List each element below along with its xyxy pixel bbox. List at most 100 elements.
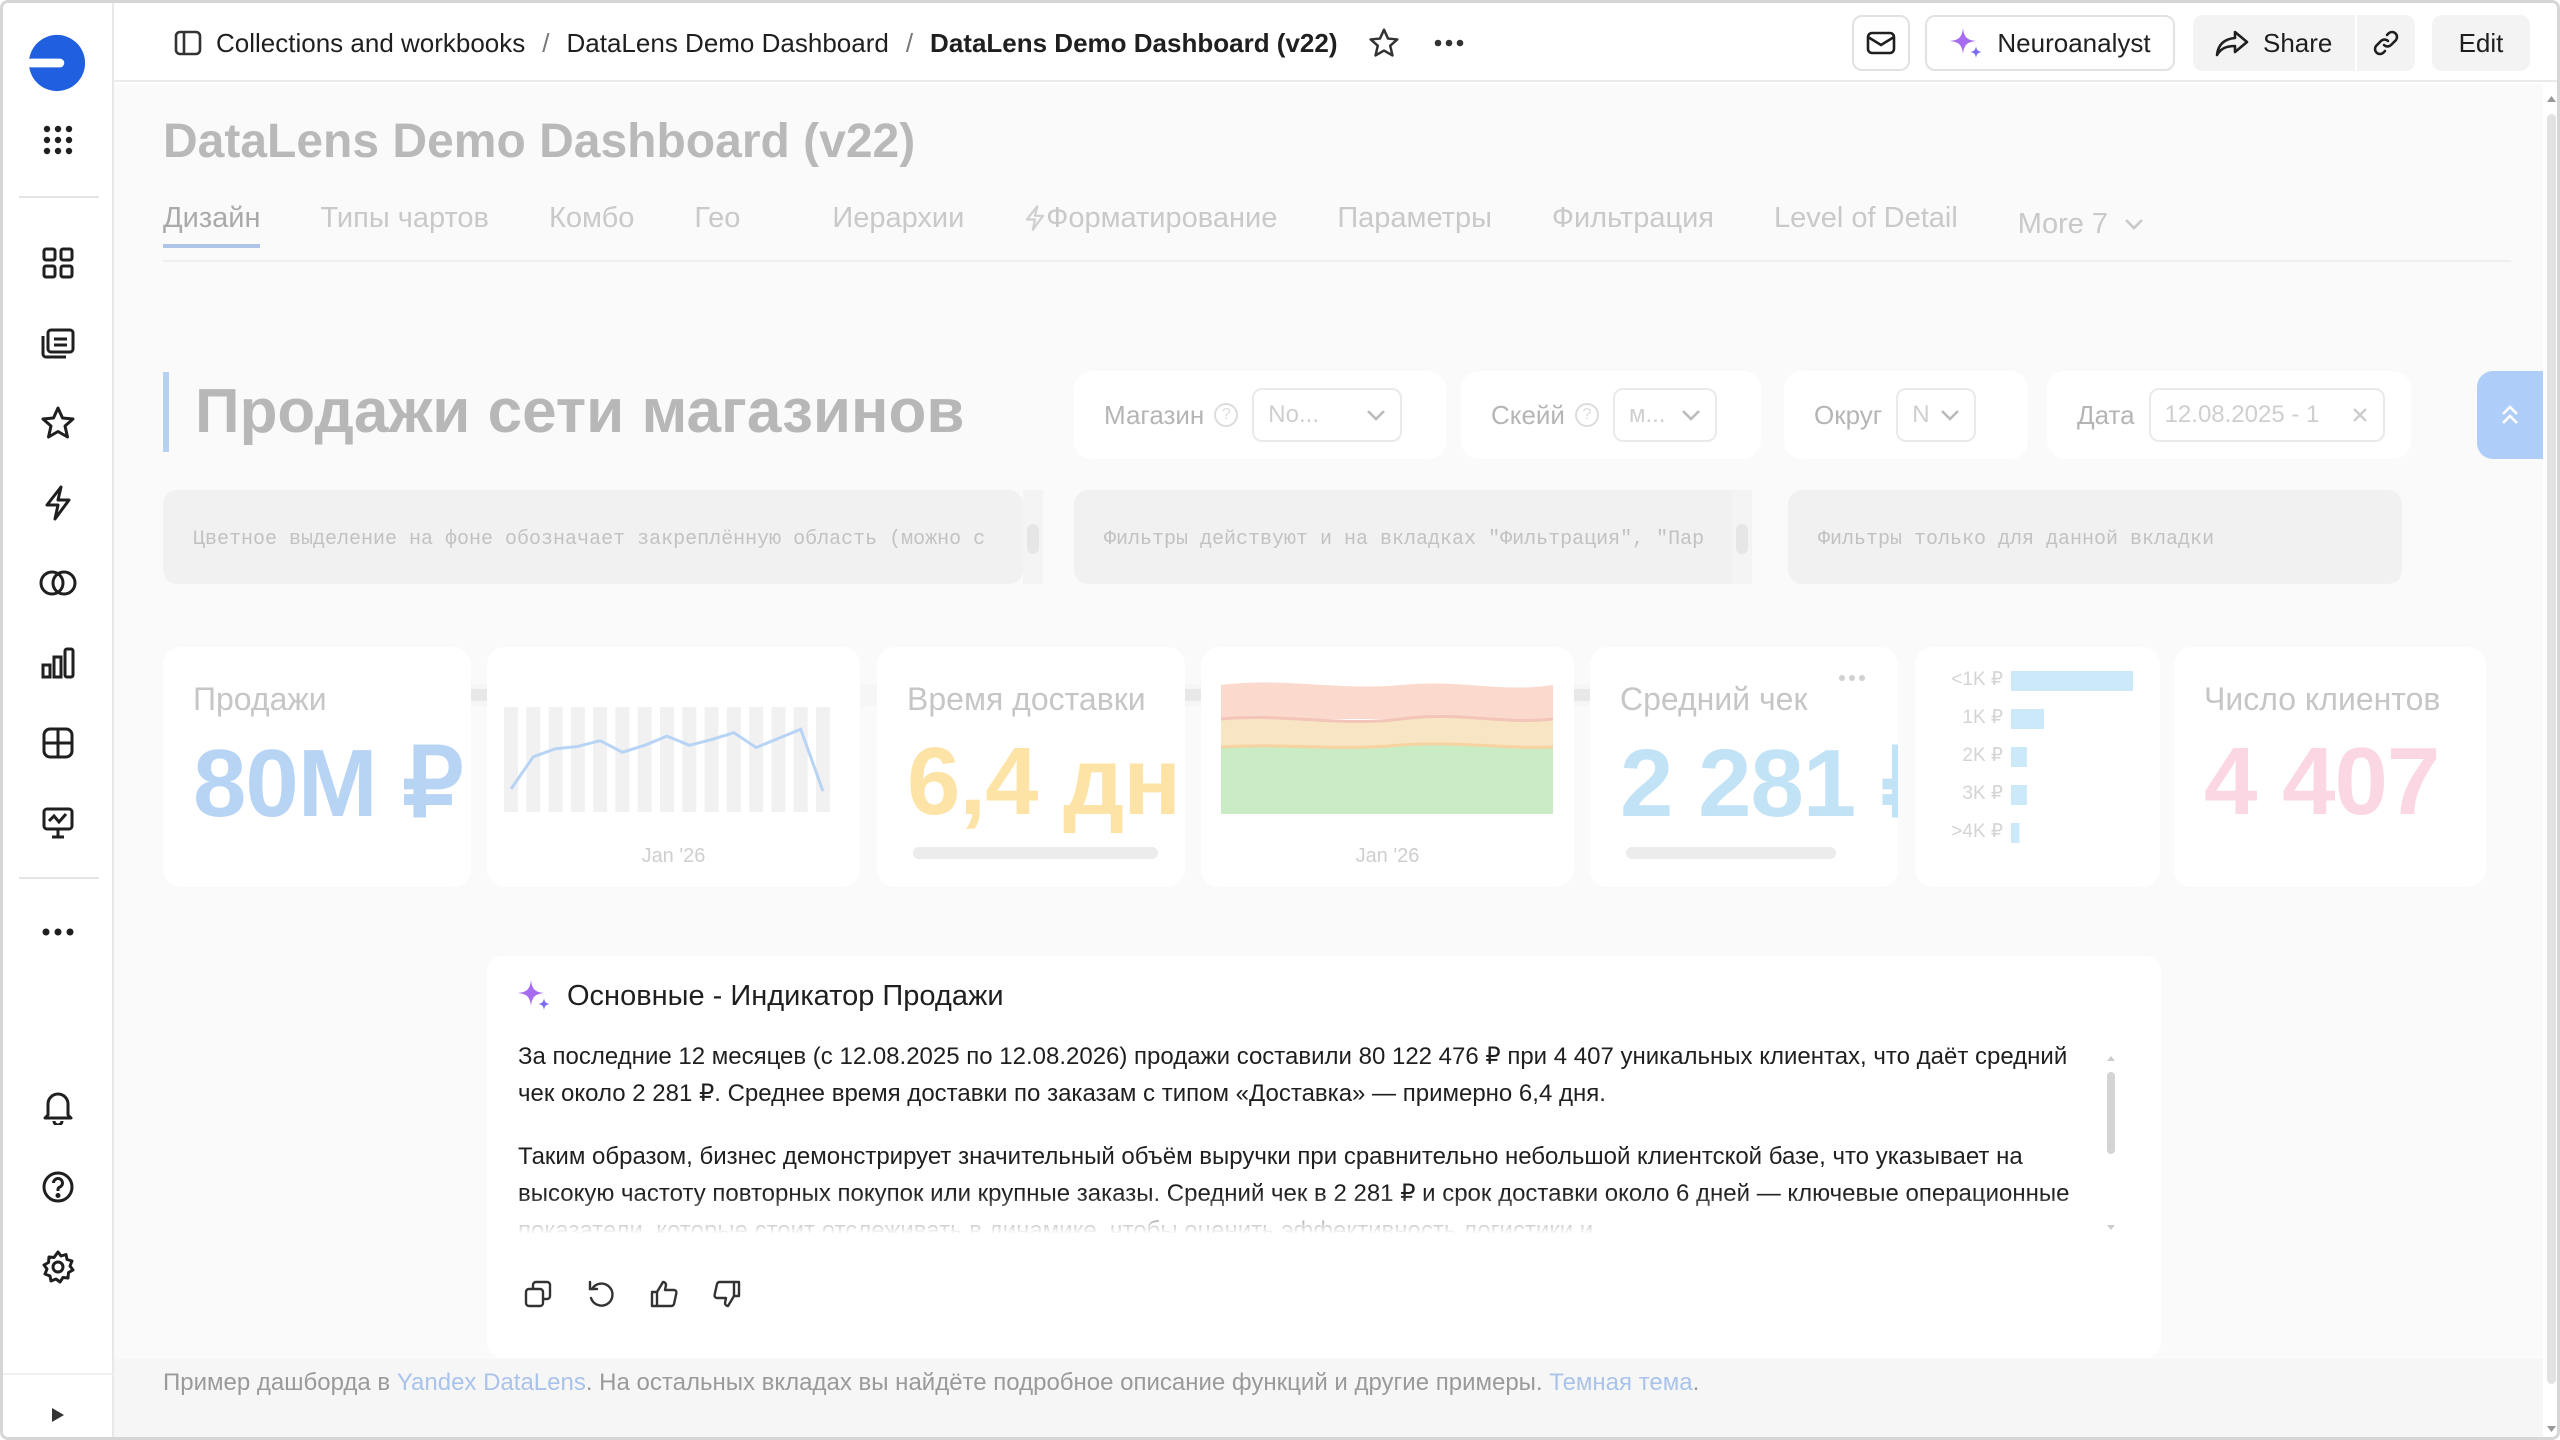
tab-hierarchies[interactable]: Иерархии: [832, 202, 964, 248]
collapse-pinned-button[interactable]: [2477, 371, 2543, 459]
share-arrow-icon: [2215, 30, 2249, 57]
selector-store-value[interactable]: No...: [1252, 388, 1403, 442]
share-button[interactable]: Share: [2193, 15, 2355, 71]
help-icon[interactable]: ?: [1214, 403, 1239, 427]
selector-date[interactable]: Дата 12.08.2025 - 1: [2047, 371, 2411, 459]
tab-more[interactable]: More 7: [2018, 206, 2144, 242]
selector-skey[interactable]: Скейй ? м...: [1461, 371, 1761, 459]
apps-grid-icon[interactable]: [35, 117, 81, 163]
refresh-icon: [588, 1280, 614, 1307]
date-range-value: 12.08.2025 - 1: [2164, 401, 2320, 428]
thumbs-up-button[interactable]: [644, 1274, 684, 1314]
help-icon[interactable]: ?: [1574, 403, 1599, 427]
breadcrumb: Collections and workbooks / DataLens Dem…: [174, 23, 1464, 63]
tab-geo[interactable]: Гео: [694, 202, 740, 248]
sales-bar: [637, 707, 652, 812]
note-scrollbar[interactable]: [1732, 490, 1752, 584]
ai-paragraph: За последние 12 месяцев (с 12.08.2025 по…: [518, 1043, 2068, 1107]
tab-design[interactable]: Дизайн: [163, 202, 261, 248]
page-scrollbar[interactable]: [2543, 84, 2557, 1437]
kpi-clients: Число клиентов 4 407: [2174, 647, 2486, 887]
copy-response-button[interactable]: [518, 1274, 558, 1314]
connections-icon[interactable]: [35, 560, 81, 606]
collections-icon[interactable]: [35, 320, 81, 366]
date-range-input[interactable]: 12.08.2025 - 1: [2148, 388, 2385, 442]
kpi-hscrollbar[interactable]: [893, 844, 1169, 862]
chevron-down-icon: [2125, 219, 2143, 230]
charts-icon[interactable]: [35, 640, 81, 686]
footer-text: . На остальных вкладах вы найдёте подроб…: [585, 1369, 1550, 1396]
tab-formatting-label: Форматирование: [1046, 202, 1278, 234]
selector-store[interactable]: Магазин ? No...: [1074, 371, 1446, 459]
kpi-hscrollbar[interactable]: [1606, 844, 1882, 862]
more-actions-icon[interactable]: [1434, 39, 1464, 47]
settings-gear-icon[interactable]: [35, 1244, 81, 1290]
favorites-star-icon[interactable]: [35, 400, 81, 446]
note-scrollbar[interactable]: [1023, 490, 1043, 584]
sales-bar: [793, 707, 808, 812]
breadcrumb-workbook[interactable]: DataLens Demo Dashboard: [567, 28, 889, 59]
check-bin-label: 2K ₽: [1962, 745, 2003, 766]
footer-text: Пример дашборда в: [163, 1369, 397, 1396]
selector-store-label: Магазин: [1104, 399, 1205, 430]
check-bin-label: 1K ₽: [1962, 707, 2003, 728]
datasets-icon[interactable]: [35, 720, 81, 766]
dashboard-footer: Пример дашборда в Yandex DataLens. На ос…: [163, 1369, 1699, 1397]
expand-sidebar-icon[interactable]: [35, 1398, 81, 1432]
selector-skey-value[interactable]: м...: [1612, 388, 1717, 442]
sidebar-divider: [19, 196, 99, 198]
footer-dark-theme-link[interactable]: Темная тема: [1549, 1369, 1692, 1396]
copy-link-button[interactable]: [2357, 15, 2415, 71]
tab-formatting[interactable]: Форматирование: [1024, 202, 1277, 248]
kpi-more-icon[interactable]: [1838, 669, 1866, 687]
more-dots-icon[interactable]: [35, 909, 81, 955]
tabs-divider: [163, 260, 2511, 262]
kpi-check-label: Средний чек: [1620, 681, 1808, 717]
kpi-check-value: 2 281 ₽: [1620, 730, 1898, 837]
notifications-bell-icon[interactable]: [35, 1084, 81, 1130]
mail-icon: [1866, 31, 1896, 55]
tab-parameters[interactable]: Параметры: [1337, 202, 1492, 248]
note-filters: Фильтры действуют и на вкладках "Фильтра…: [1074, 490, 1744, 584]
double-chevron-up-icon: [2502, 405, 2518, 424]
sales-bar: [682, 707, 697, 812]
kpi-delivery-label: Время доставки: [907, 681, 1146, 717]
help-icon[interactable]: [35, 1164, 81, 1210]
datalens-logo-icon[interactable]: [27, 33, 87, 93]
favorite-star-icon[interactable]: [1368, 27, 1400, 59]
app-window: Collections and workbooks / DataLens Dem…: [0, 0, 2560, 1440]
sales-bar: [570, 707, 585, 812]
feedback-mail-button[interactable]: [1852, 15, 1910, 71]
neuroanalyst-panel: Основные - Индикатор Продажи За последни…: [487, 956, 2161, 1358]
edit-button[interactable]: Edit: [2432, 15, 2530, 71]
dashboard-title: Продажи сети магазинов: [163, 372, 964, 452]
selector-district[interactable]: Округ N: [1784, 371, 2028, 459]
ai-text-scrollbar[interactable]: [2104, 1052, 2118, 1234]
clear-x-icon[interactable]: [2351, 406, 2369, 424]
tab-filtering[interactable]: Фильтрация: [1552, 202, 1714, 248]
dashboards-icon[interactable]: [35, 240, 81, 286]
collections-panel-icon[interactable]: [174, 30, 202, 56]
selector-skey-value-text: м...: [1628, 401, 1666, 428]
sales-bar: [593, 707, 608, 812]
chevron-down-icon: [1367, 410, 1386, 421]
note-local-filters: Фильтры только для данной вкладки: [1788, 490, 2402, 584]
neuroanalyst-button[interactable]: Neuroanalyst: [1925, 15, 2175, 71]
monitor-chart-icon[interactable]: [35, 800, 81, 846]
note-local-filters-text: Фильтры только для данной вкладки: [1818, 528, 2215, 551]
thumbs-down-button[interactable]: [707, 1274, 747, 1314]
share-label: Share: [2263, 27, 2333, 58]
sales-bar: [660, 707, 674, 812]
lightning-icon[interactable]: [35, 480, 81, 526]
tab-combo[interactable]: Комбо: [549, 202, 634, 248]
regenerate-button[interactable]: [581, 1274, 621, 1314]
kpi-sales-label: Продажи: [193, 681, 327, 717]
tab-chart-types[interactable]: Типы чартов: [320, 202, 488, 248]
selector-district-value[interactable]: N: [1896, 388, 1977, 442]
breadcrumb-collections[interactable]: Collections and workbooks: [216, 28, 525, 59]
check-bar-svg: <1K ₽ 1K ₽ 2K ₽ 3K ₽ >4K ₽: [1951, 669, 2133, 843]
sales-bar: [704, 707, 719, 812]
tab-level-of-detail[interactable]: Level of Detail: [1774, 202, 1958, 248]
sales-bar: [526, 707, 541, 812]
footer-datalens-link[interactable]: Yandex DataLens: [397, 1369, 586, 1396]
